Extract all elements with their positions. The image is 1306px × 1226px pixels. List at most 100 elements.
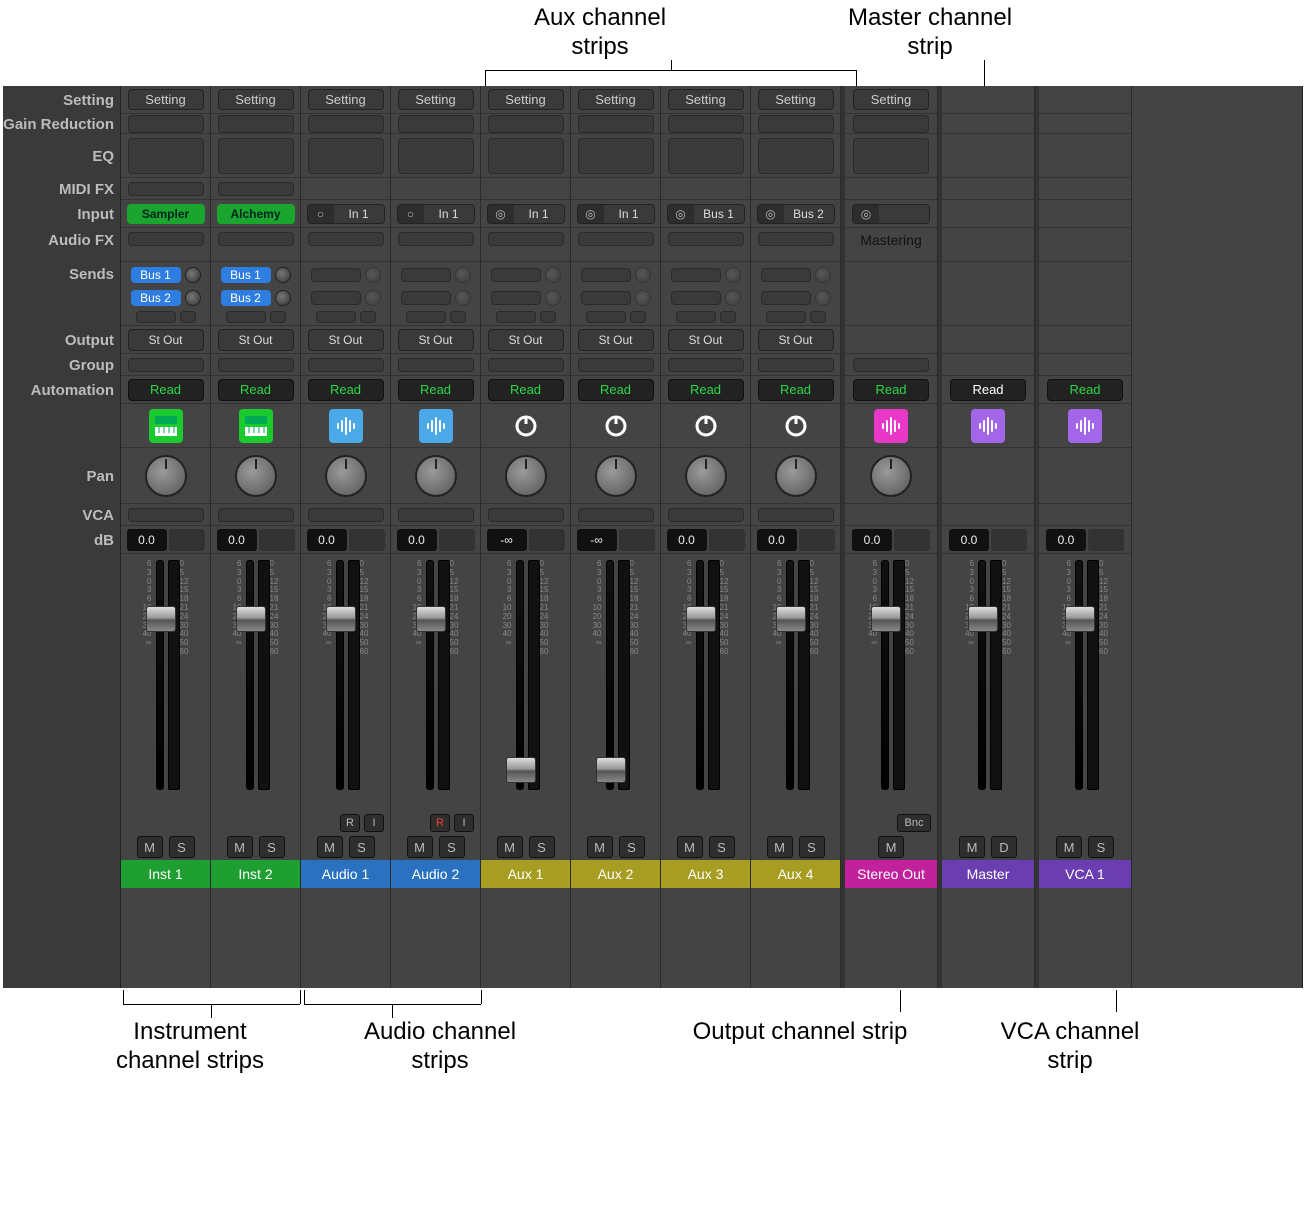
channel-type-icon[interactable] bbox=[779, 409, 813, 443]
send-level-knob[interactable] bbox=[815, 267, 831, 283]
output-select[interactable]: St Out bbox=[488, 329, 564, 351]
automation-mode[interactable]: Read bbox=[128, 379, 204, 401]
send-extra[interactable] bbox=[540, 311, 556, 323]
fader-cap[interactable] bbox=[326, 606, 356, 632]
vca-slot[interactable] bbox=[488, 508, 564, 522]
gain-reduction-slot[interactable] bbox=[578, 115, 654, 133]
volume-fader[interactable] bbox=[881, 560, 889, 790]
send-extra[interactable] bbox=[496, 311, 536, 323]
channel-name[interactable]: Aux 1 bbox=[481, 860, 570, 888]
setting-button[interactable]: Setting bbox=[218, 89, 294, 110]
send-level-knob[interactable] bbox=[635, 290, 651, 306]
send-extra[interactable] bbox=[406, 311, 446, 323]
send-level-knob[interactable] bbox=[365, 267, 381, 283]
fader-cap[interactable] bbox=[596, 757, 626, 783]
eq-slot[interactable] bbox=[218, 138, 294, 174]
audiofx-slot[interactable] bbox=[128, 232, 204, 246]
group-slot[interactable] bbox=[128, 358, 204, 372]
channel-type-icon[interactable] bbox=[149, 409, 183, 443]
channel-name[interactable]: Inst 2 bbox=[211, 860, 300, 888]
instrument-input[interactable]: Sampler bbox=[127, 204, 205, 224]
output-select[interactable]: St Out bbox=[758, 329, 834, 351]
midifx-slot[interactable] bbox=[128, 182, 204, 196]
group-slot[interactable] bbox=[398, 358, 474, 372]
mute-button[interactable]: M bbox=[767, 836, 793, 858]
eq-slot[interactable] bbox=[758, 138, 834, 174]
bounce-button[interactable]: Bnc bbox=[897, 814, 931, 832]
channel-name[interactable]: Aux 2 bbox=[571, 860, 660, 888]
gain-reduction-slot[interactable] bbox=[668, 115, 744, 133]
eq-slot[interactable] bbox=[668, 138, 744, 174]
input-select[interactable]: ◎In 1 bbox=[577, 204, 655, 224]
send-level-knob[interactable] bbox=[545, 290, 561, 306]
pan-knob[interactable] bbox=[685, 455, 727, 497]
send-extra[interactable] bbox=[136, 311, 176, 323]
send-slot[interactable] bbox=[311, 291, 361, 305]
channel-type-icon[interactable] bbox=[239, 409, 273, 443]
send-slot[interactable]: Bus 2 bbox=[131, 290, 181, 306]
pan-knob[interactable] bbox=[870, 455, 912, 497]
fader-cap[interactable] bbox=[968, 606, 998, 632]
send-level-knob[interactable] bbox=[455, 267, 471, 283]
mute-button[interactable]: M bbox=[1056, 836, 1082, 858]
eq-slot[interactable] bbox=[398, 138, 474, 174]
audiofx-slot[interactable] bbox=[488, 232, 564, 246]
volume-fader[interactable] bbox=[978, 560, 986, 790]
input-select[interactable]: ◎In 1 bbox=[487, 204, 565, 224]
input-select[interactable]: ○In 1 bbox=[307, 204, 385, 224]
volume-fader[interactable] bbox=[516, 560, 524, 790]
mute-button[interactable]: M bbox=[227, 836, 253, 858]
automation-mode[interactable]: Read bbox=[218, 379, 294, 401]
pan-knob[interactable] bbox=[325, 455, 367, 497]
pan-knob[interactable] bbox=[235, 455, 277, 497]
volume-fader[interactable] bbox=[246, 560, 254, 790]
mute-button[interactable]: M bbox=[317, 836, 343, 858]
channel-name[interactable]: Audio 2 bbox=[391, 860, 480, 888]
group-slot[interactable] bbox=[853, 358, 929, 372]
setting-button[interactable]: Setting bbox=[128, 89, 204, 110]
output-select[interactable]: St Out bbox=[308, 329, 384, 351]
group-slot[interactable] bbox=[488, 358, 564, 372]
midifx-slot[interactable] bbox=[218, 182, 294, 196]
automation-mode[interactable]: Read bbox=[488, 379, 564, 401]
channel-type-icon[interactable] bbox=[874, 409, 908, 443]
fader-cap[interactable] bbox=[871, 606, 901, 632]
send-extra[interactable] bbox=[226, 311, 266, 323]
send-extra[interactable] bbox=[180, 311, 196, 323]
channel-type-icon[interactable] bbox=[971, 409, 1005, 443]
input-select[interactable]: ◎ bbox=[852, 204, 930, 224]
output-select[interactable]: St Out bbox=[578, 329, 654, 351]
solo-button[interactable]: S bbox=[349, 836, 375, 858]
channel-type-icon[interactable] bbox=[1068, 409, 1102, 443]
input-select[interactable]: ◎Bus 2 bbox=[757, 204, 835, 224]
channel-name[interactable]: Inst 1 bbox=[121, 860, 210, 888]
eq-slot[interactable] bbox=[853, 138, 929, 174]
fader-cap[interactable] bbox=[236, 606, 266, 632]
send-slot[interactable] bbox=[491, 291, 541, 305]
channel-name[interactable]: Stereo Out bbox=[845, 860, 937, 888]
send-slot[interactable]: Bus 1 bbox=[221, 267, 271, 283]
mute-button[interactable]: M bbox=[407, 836, 433, 858]
automation-mode[interactable]: Read bbox=[668, 379, 744, 401]
mute-button[interactable]: M bbox=[587, 836, 613, 858]
mute-button[interactable]: M bbox=[677, 836, 703, 858]
send-slot[interactable] bbox=[311, 268, 361, 282]
eq-slot[interactable] bbox=[308, 138, 384, 174]
send-slot[interactable] bbox=[671, 291, 721, 305]
mute-button[interactable]: M bbox=[959, 836, 985, 858]
send-level-knob[interactable] bbox=[815, 290, 831, 306]
send-slot[interactable] bbox=[581, 268, 631, 282]
mute-button[interactable]: M bbox=[878, 836, 904, 858]
audiofx-slot[interactable] bbox=[308, 232, 384, 246]
setting-button[interactable]: Setting bbox=[668, 89, 744, 110]
output-select[interactable]: St Out bbox=[398, 329, 474, 351]
solo-button[interactable]: S bbox=[529, 836, 555, 858]
send-level-knob[interactable] bbox=[725, 267, 741, 283]
output-select[interactable]: St Out bbox=[218, 329, 294, 351]
gain-reduction-slot[interactable] bbox=[488, 115, 564, 133]
gain-reduction-slot[interactable] bbox=[128, 115, 204, 133]
automation-mode[interactable]: Read bbox=[398, 379, 474, 401]
volume-fader[interactable] bbox=[336, 560, 344, 790]
send-level-knob[interactable] bbox=[365, 290, 381, 306]
setting-button[interactable]: Setting bbox=[853, 89, 929, 110]
